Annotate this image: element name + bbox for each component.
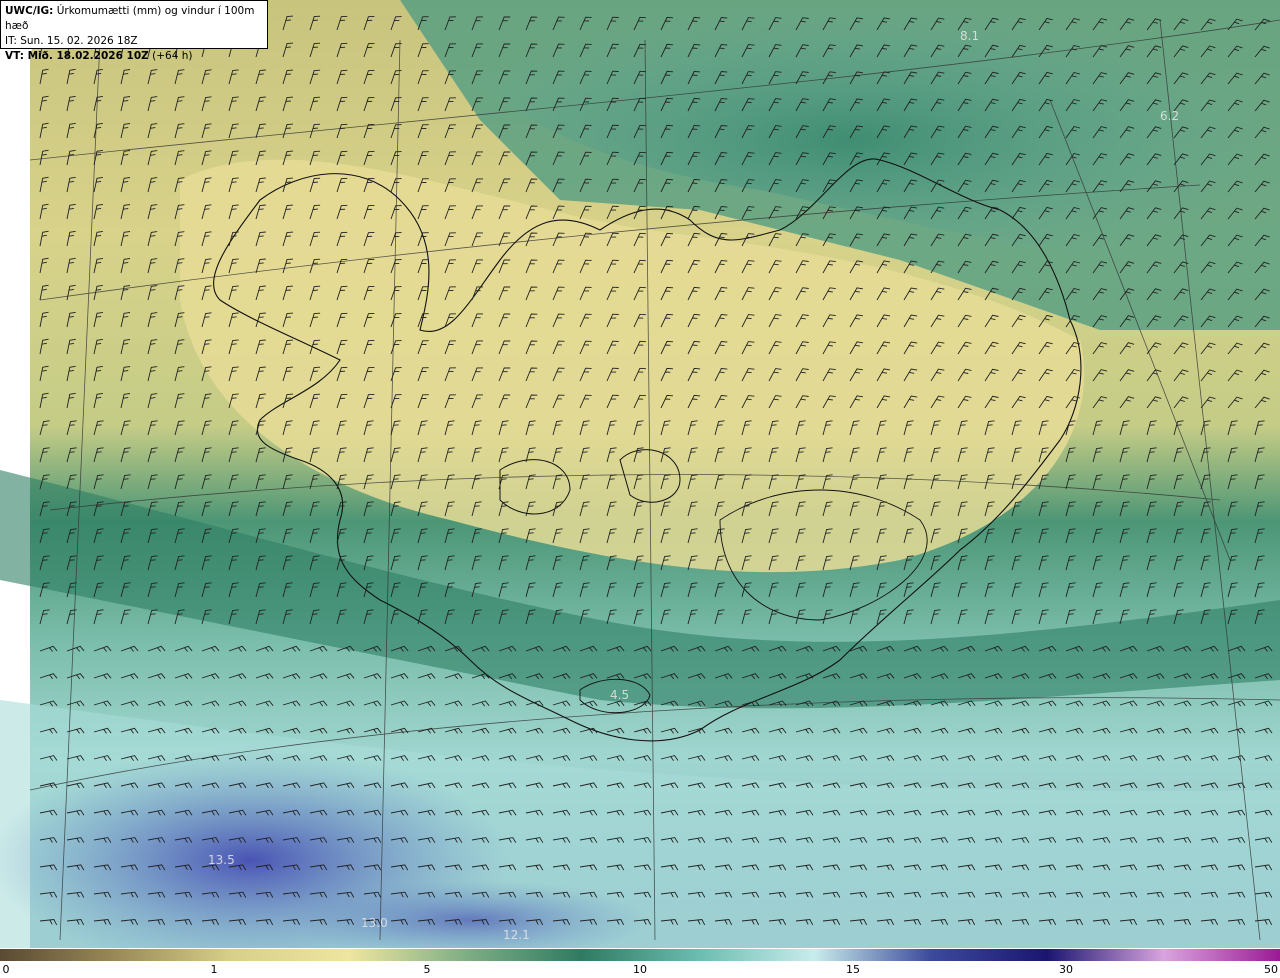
map-area[interactable]: 4.5 13.5 13.0 12.1 6.2 8.1 (0, 0, 1280, 970)
map-label-4-5: 4.5 (610, 688, 629, 702)
colorbar: 0 1 5 10 15 30 50 (0, 948, 1280, 978)
colorbar-tick-0: 0 (2, 963, 10, 976)
map-label-12-1: 12.1 (503, 928, 530, 942)
valid-time-row: VT: Mið. 18.02.2026 10Z (+64 h) (5, 49, 263, 64)
header-title: UWC/IG: Úrkomumætti (mm) og vindur í 100… (5, 4, 263, 34)
colorbar-tick-10: 10 (633, 963, 647, 976)
forecast-lead: (+64 h) (148, 50, 193, 62)
map-label-8-1: 8.1 (960, 29, 979, 43)
colorbar-tick-30: 30 (1059, 963, 1073, 976)
valid-time: VT: Mið. 18.02.2026 10Z (5, 50, 149, 62)
colorbar-tick-5: 5 (423, 963, 431, 976)
initial-time: IT: Sun. 15. 02. 2026 18Z (5, 35, 138, 47)
colorbar-strip (0, 949, 1280, 961)
chart-header: UWC/IG: Úrkomumætti (mm) og vindur í 100… (0, 0, 268, 62)
map-label-13-0: 13.0 (361, 916, 388, 930)
colorbar-tick-15: 15 (846, 963, 860, 976)
colorbar-tick-1: 1 (210, 963, 218, 976)
colorbar-tick-50: 50 (1264, 963, 1278, 976)
map-label-6-2: 6.2 (1160, 109, 1179, 123)
model-name: UWC/IG: (5, 5, 54, 17)
map-label-13-5: 13.5 (208, 853, 235, 867)
